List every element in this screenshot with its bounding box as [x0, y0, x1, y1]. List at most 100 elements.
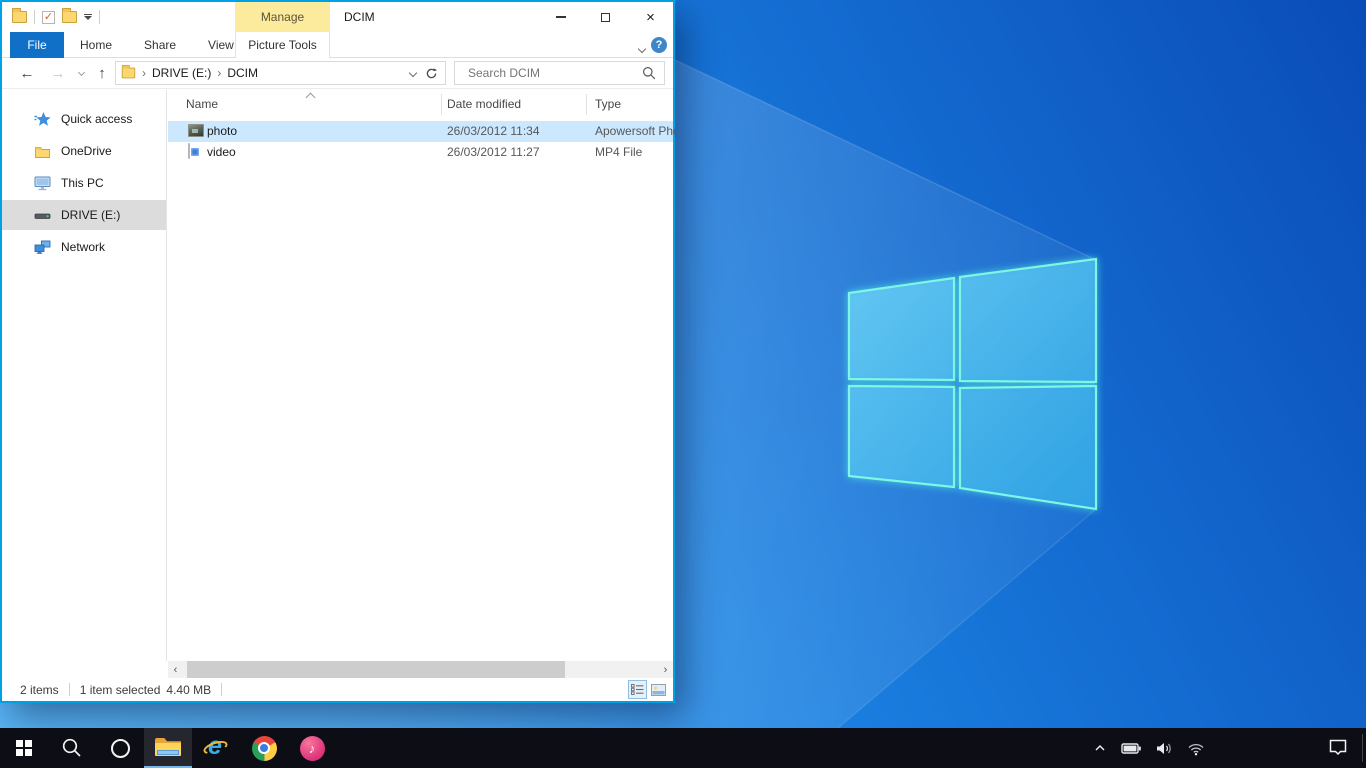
file-row-photo[interactable]: photo 26/03/2012 11:34 Apowersoft Pho: [168, 121, 673, 142]
chevron-down-icon: [638, 45, 646, 53]
tab-file[interactable]: File: [10, 32, 64, 58]
forward-button[interactable]: →: [47, 58, 69, 89]
start-button[interactable]: [0, 728, 48, 768]
sidebar-item-drive-e[interactable]: DRIVE (E:): [2, 200, 166, 230]
file-explorer-icon: [155, 738, 181, 758]
chevron-down-icon: [409, 69, 417, 77]
quick-access-toolbar: ✓: [12, 2, 100, 32]
chrome-button[interactable]: [240, 728, 288, 768]
customize-qat-arrow-icon[interactable]: [84, 14, 92, 21]
qat-separator: [99, 10, 100, 24]
action-center-button[interactable]: [1328, 738, 1348, 757]
address-dropdown-icon[interactable]: [410, 65, 416, 79]
qat-folder-icon[interactable]: [62, 11, 77, 23]
breadcrumb-drive[interactable]: DRIVE (E:): [152, 66, 211, 80]
this-pc-icon: [34, 175, 51, 192]
sidebar-item-label: This PC: [61, 176, 104, 190]
titlebar[interactable]: ✓ Manage DCIM ×: [2, 2, 673, 32]
qat-properties-icon[interactable]: ✓: [42, 11, 55, 24]
sidebar-item-label: OneDrive: [61, 144, 112, 158]
refresh-icon[interactable]: [425, 67, 438, 80]
scrollbar-thumb[interactable]: [187, 661, 565, 678]
close-button[interactable]: ×: [628, 2, 673, 32]
thumbnails-view-button[interactable]: [649, 680, 668, 699]
sidebar-item-quick-access[interactable]: Quick access: [2, 104, 166, 134]
qat-folder-icon[interactable]: [12, 11, 27, 23]
action-center-icon: [1328, 738, 1348, 757]
photo-thumbnail-icon: [188, 124, 204, 137]
battery-icon: [1121, 741, 1142, 756]
column-separator[interactable]: [586, 94, 587, 115]
column-headers: Name Date modified Type: [168, 90, 673, 118]
items-count: 2 items: [20, 683, 59, 697]
content-area: Quick access OneDrive: [2, 90, 673, 661]
help-button[interactable]: ?: [651, 37, 667, 53]
file-type: Apowersoft Pho: [595, 124, 675, 138]
cortana-icon: [111, 739, 130, 758]
thumbnails-view-icon: [651, 684, 666, 696]
search-box[interactable]: Search DCIM: [454, 61, 665, 85]
breadcrumb-dcim[interactable]: DCIM: [227, 66, 258, 80]
scroll-left-button[interactable]: ‹: [168, 661, 183, 678]
maximize-icon: [601, 13, 610, 22]
tray-expand-button[interactable]: [1092, 741, 1108, 755]
details-view-button[interactable]: [628, 680, 647, 699]
maximize-button[interactable]: [583, 2, 628, 32]
column-header-date-modified[interactable]: Date modified: [447, 97, 521, 111]
sidebar-item-this-pc[interactable]: This PC: [2, 168, 166, 198]
column-separator[interactable]: [441, 94, 442, 115]
window-controls: ×: [538, 2, 673, 32]
tab-share[interactable]: Share: [128, 32, 192, 58]
breadcrumb-chevron-icon: ›: [217, 66, 221, 80]
minimize-button[interactable]: [538, 2, 583, 32]
search-icon: [61, 737, 83, 759]
network-icon: [34, 239, 51, 256]
search-placeholder: Search DCIM: [468, 66, 642, 80]
sidebar-item-label: Quick access: [61, 112, 132, 126]
chevron-down-icon: [77, 68, 84, 75]
volume-button[interactable]: [1155, 741, 1174, 756]
tab-home[interactable]: Home: [64, 32, 128, 58]
chevron-up-icon: [1092, 741, 1108, 755]
file-type: MP4 File: [595, 145, 642, 159]
sidebar-item-network[interactable]: Network: [2, 232, 166, 262]
qat-separator: [34, 10, 35, 24]
system-tray: [1092, 728, 1205, 768]
screen: ✓ Manage DCIM × File Home Share View Pic…: [0, 0, 1366, 768]
horizontal-scrollbar[interactable]: ‹ ›: [168, 661, 673, 678]
sidebar-item-onedrive[interactable]: OneDrive: [2, 136, 166, 166]
search-button[interactable]: [48, 728, 96, 768]
file-explorer-button[interactable]: [144, 728, 192, 768]
tab-picture-tools[interactable]: Picture Tools: [235, 32, 330, 58]
ribbon-expand-button[interactable]: [639, 41, 645, 55]
back-button[interactable]: ←: [16, 58, 38, 89]
status-bar: 2 items 1 item selected 4.40 MB: [2, 678, 673, 701]
scroll-right-button[interactable]: ›: [658, 661, 673, 678]
onedrive-folder-icon: [34, 143, 51, 160]
quick-access-star-icon: [34, 111, 51, 128]
itunes-icon: ♪: [300, 736, 325, 761]
taskbar: e ♪: [0, 728, 1366, 768]
status-separator: [221, 683, 222, 696]
internet-explorer-button[interactable]: e: [192, 728, 240, 768]
file-name: video: [207, 145, 236, 159]
column-header-name[interactable]: Name: [186, 97, 218, 111]
cortana-button[interactable]: [96, 728, 144, 768]
wifi-icon: [1187, 741, 1205, 756]
address-row: ← → ↑ › DRIVE (E:) › DCIM: [2, 58, 673, 89]
file-row-video[interactable]: video 26/03/2012 11:27 MP4 File: [168, 142, 673, 163]
show-desktop-button[interactable]: [1362, 734, 1366, 762]
itunes-button[interactable]: ♪: [288, 728, 336, 768]
manage-contextual-tab[interactable]: Manage: [235, 2, 330, 32]
selection-count: 1 item selected: [80, 683, 161, 697]
recent-locations-button[interactable]: [74, 58, 88, 89]
wifi-button[interactable]: [1187, 741, 1205, 756]
up-button[interactable]: ↑: [91, 58, 113, 89]
column-header-type[interactable]: Type: [595, 97, 621, 111]
file-date-modified: 26/03/2012 11:27: [447, 145, 540, 159]
volume-icon: [1155, 741, 1174, 756]
file-list-pane[interactable]: Name Date modified Type photo 26/03/2012…: [168, 90, 673, 661]
sort-ascending-icon: [306, 93, 316, 103]
address-bar[interactable]: › DRIVE (E:) › DCIM: [115, 61, 446, 85]
battery-button[interactable]: [1121, 741, 1142, 756]
